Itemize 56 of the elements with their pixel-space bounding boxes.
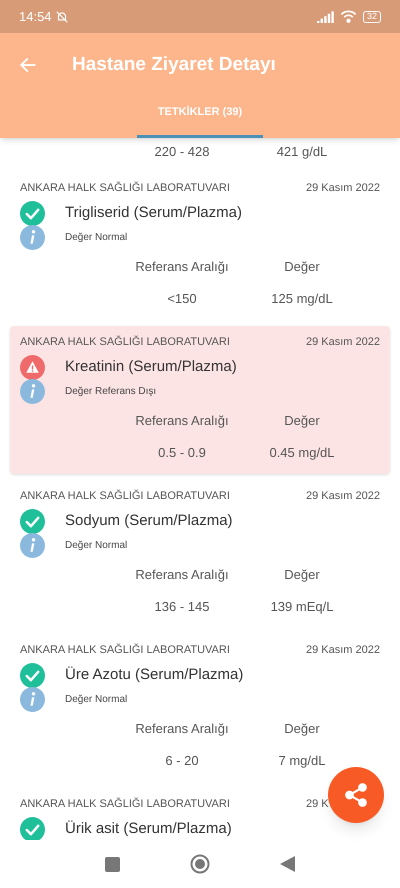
result-note: Değer Normal — [65, 692, 128, 706]
result-value: 421 g/dL — [276, 143, 328, 161]
reference-range: <150 — [166, 290, 198, 308]
result-date: 29 Kasım 2022 — [306, 334, 380, 350]
reference-range: 6 - 20 — [164, 752, 200, 770]
test-name: Trigliserid (Serum/Plazma) — [65, 202, 242, 223]
screen-title: Hastane Ziyaret Detayı — [72, 52, 276, 77]
test-name: Kreatinin (Serum/Plazma) — [65, 356, 237, 377]
reference-range: 136 - 145 — [154, 598, 210, 616]
recent-apps-icon[interactable] — [105, 856, 120, 872]
result-value: 125 mg/dL — [270, 290, 334, 308]
column-label: Değer — [283, 412, 321, 430]
battery-indicator: 32 — [362, 10, 381, 22]
column-label: Referans Aralığı — [134, 566, 230, 584]
result-date: 29 Kasım 2022 — [306, 180, 380, 196]
column-label: Değer — [283, 258, 321, 276]
wifi-icon — [340, 10, 357, 23]
check-icon — [20, 662, 45, 688]
result-note: Değer Normal — [65, 230, 128, 244]
result-note: Değer Referans Dışı — [65, 384, 156, 398]
test-name: Ürik asit (Serum/Plazma) — [65, 818, 232, 839]
test-name: Sodyum (Serum/Plazma) — [65, 510, 233, 531]
check-icon — [20, 200, 45, 226]
info-icon — [20, 532, 45, 558]
lab-name: ANKARA HALK SAĞLIĞI LABORATUVARI — [20, 642, 230, 658]
column-label: Referans Aralığı — [134, 412, 230, 430]
result-value: 7 mg/dL — [278, 752, 326, 770]
info-icon — [20, 224, 45, 250]
home-icon[interactable] — [190, 854, 210, 874]
info-icon — [20, 378, 45, 404]
result-value: 0.45 mg/dL — [268, 444, 336, 462]
clock: 14:54 — [19, 8, 52, 26]
lab-name: ANKARA HALK SAĞLIĞI LABORATUVARI — [20, 180, 230, 196]
tab[interactable]: TETKİKLER (39) — [137, 97, 263, 138]
reference-range: 220 - 428 — [154, 143, 210, 161]
info-icon — [20, 686, 45, 712]
back-icon[interactable] — [280, 856, 295, 872]
reference-range: 0.5 - 0.9 — [157, 444, 207, 462]
column-label: Referans Aralığı — [134, 720, 230, 738]
result-date: 29 Kasım 2022 — [306, 488, 380, 504]
result-value: 139 mEq/L — [270, 598, 334, 616]
result-date: 29 K — [306, 796, 330, 812]
signal-icon — [316, 10, 335, 22]
column-label: Referans Aralığı — [134, 258, 230, 276]
lab-name: ANKARA HALK SAĞLIĞI LABORATUVARI — [20, 488, 230, 504]
lab-name: ANKARA HALK SAĞLIĞI LABORATUVARI — [20, 796, 230, 812]
lab-name: ANKARA HALK SAĞLIĞI LABORATUVARI — [20, 334, 230, 350]
test-name: Üre Azotu (Serum/Plazma) — [65, 664, 244, 685]
check-icon — [20, 508, 45, 534]
share-icon — [343, 782, 369, 808]
result-note: Değer Normal — [65, 538, 128, 552]
warning-icon — [20, 354, 45, 380]
result-date: 29 Kasım 2022 — [306, 642, 380, 658]
column-label: Değer — [283, 566, 321, 584]
muted-bell-icon — [54, 10, 69, 24]
column-label: Değer — [283, 720, 321, 738]
